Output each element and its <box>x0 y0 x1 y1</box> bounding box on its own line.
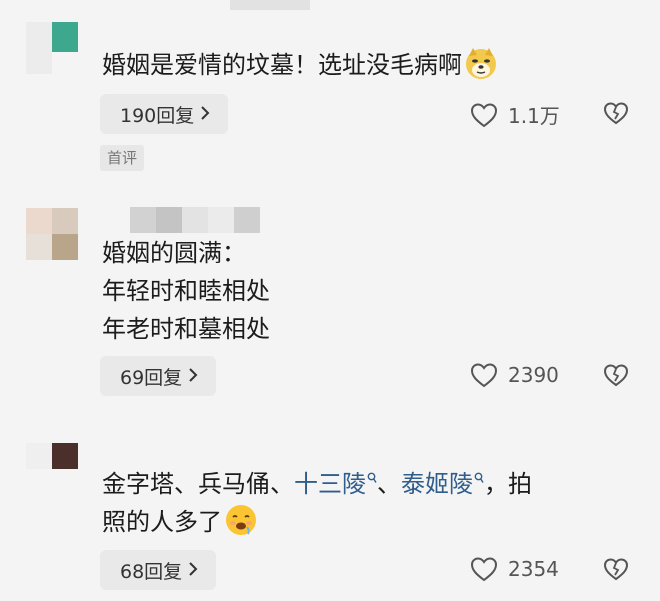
doge-emoji <box>464 46 498 80</box>
comment-line: 年轻时和睦相处 <box>102 277 270 305</box>
reply-count-label: 190回复 <box>120 104 195 127</box>
reply-count-label: 69回复 <box>120 366 183 389</box>
search-icon <box>474 462 484 500</box>
comment-text: 婚姻是爱情的坟墓！选址没毛病啊 <box>102 46 498 84</box>
comment-body: 照的人多了 <box>102 508 222 536</box>
like-count: 2354 <box>508 557 559 581</box>
heart-outline-icon <box>470 557 498 582</box>
dislike-button[interactable] <box>603 101 629 129</box>
like-button[interactable]: 2390 <box>470 362 559 388</box>
chevron-right-icon <box>200 104 210 125</box>
comment-body: 婚姻是爱情的坟墓！选址没毛病啊 <box>102 51 462 79</box>
username-blurred <box>130 207 260 233</box>
broken-heart-icon <box>603 102 629 125</box>
search-icon <box>367 462 377 500</box>
comment-text: 金字塔、兵马俑、十三陵 、泰姬陵 ，拍 照的人多了 <box>102 462 532 541</box>
chevron-right-icon <box>188 560 198 581</box>
like-count: 2390 <box>508 363 559 387</box>
reply-count-button[interactable]: 190回复 <box>100 94 229 134</box>
topic-link-taj-mahal[interactable]: 泰姬陵 <box>401 470 484 498</box>
comment-line: 婚姻的圆满： <box>102 239 246 267</box>
topic-link-shisanling[interactable]: 十三陵 <box>294 470 377 498</box>
comment-body: 金字塔、兵马俑、 <box>102 470 294 498</box>
like-button[interactable]: 2354 <box>470 556 559 582</box>
broken-heart-icon <box>603 364 629 387</box>
drooling-face-emoji <box>224 503 258 537</box>
avatar[interactable] <box>26 443 78 495</box>
chevron-right-icon <box>188 366 198 387</box>
heart-outline-icon <box>470 102 498 127</box>
reply-count-button[interactable]: 69回复 <box>100 356 217 396</box>
heart-outline-icon <box>470 363 498 388</box>
comment-text: 婚姻的圆满： 年轻时和睦相处 年老时和墓相处 <box>102 234 270 348</box>
like-count: 1.1万 <box>508 104 560 128</box>
comment-body: ，拍 <box>484 470 532 498</box>
reply-count-label: 68回复 <box>120 560 183 583</box>
username-blurred <box>230 0 310 10</box>
comment-line: 年老时和墓相处 <box>102 315 270 343</box>
reply-count-button[interactable]: 68回复 <box>100 550 217 590</box>
like-button[interactable]: 1.1万 <box>470 100 560 129</box>
first-comment-badge: 首评 <box>100 145 145 171</box>
broken-heart-icon <box>603 558 629 581</box>
comment-body: 、 <box>377 470 401 498</box>
dislike-button[interactable] <box>603 557 629 585</box>
avatar[interactable] <box>26 22 78 74</box>
avatar[interactable] <box>26 208 78 260</box>
comment-list: 婚姻是爱情的坟墓！选址没毛病啊 190回复 首评 1.1万 婚姻的圆满： 年轻时… <box>0 0 660 601</box>
dislike-button[interactable] <box>603 363 629 391</box>
